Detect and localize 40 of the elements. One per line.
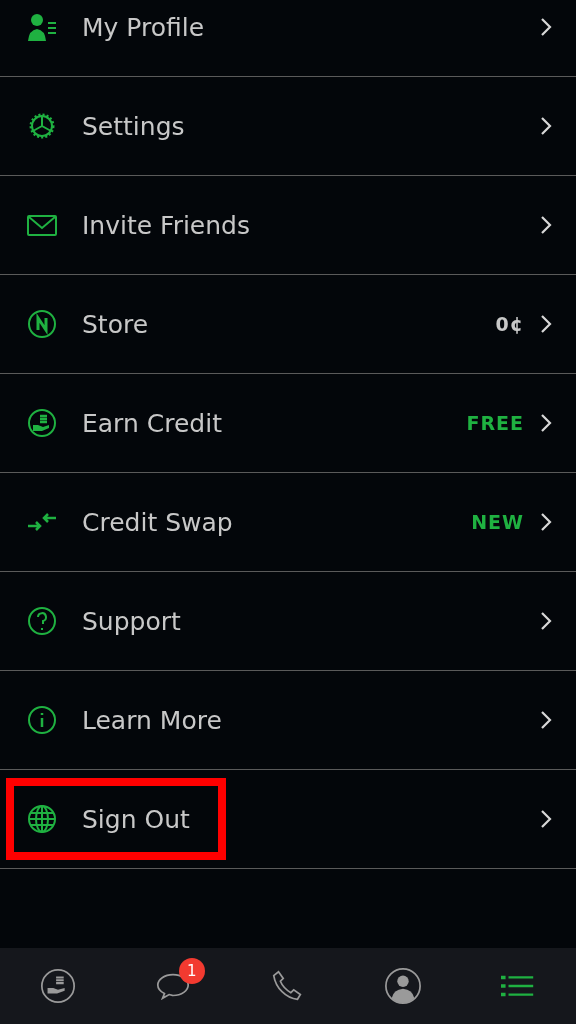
chevron-icon [540, 215, 552, 235]
menu-item[interactable]: Store 0¢ [0, 275, 576, 374]
menu-item[interactable]: Earn Credit FREE [0, 374, 576, 473]
notification-badge: 1 [178, 958, 205, 984]
menu-label: Credit Swap [82, 507, 233, 537]
menu-label: Sign Out [82, 804, 190, 834]
hand-coins-icon [26, 407, 58, 439]
globe-icon [26, 803, 58, 835]
menu-item[interactable]: Sign Out [0, 770, 576, 869]
menu-label: Learn More [82, 705, 222, 735]
menu-item[interactable]: Learn More [0, 671, 576, 770]
chevron-icon [540, 116, 552, 136]
menu-detail: NEW [471, 511, 524, 533]
info-icon [26, 704, 58, 736]
help-icon [26, 605, 58, 637]
chevron-icon [540, 611, 552, 631]
tab-chat-bubble[interactable]: 1 [142, 956, 203, 1016]
menu-label: My Profile [82, 12, 205, 42]
avatar-icon [384, 967, 423, 1005]
menu-label: Settings [82, 111, 185, 141]
chevron-icon [540, 413, 552, 433]
menu-detail: FREE [466, 412, 524, 434]
chevron-icon [540, 809, 552, 829]
chevron-icon [540, 710, 552, 730]
menu-item[interactable]: Invite Friends [0, 176, 576, 275]
menu-item[interactable]: Support [0, 572, 576, 671]
menu-item[interactable]: Settings [0, 77, 576, 176]
profile-icon [26, 11, 58, 43]
hand-coins-icon [38, 967, 77, 1005]
menu-label: Earn Credit [82, 408, 222, 438]
coin-icon [26, 308, 58, 340]
menu-label: Support [82, 606, 181, 636]
menu-item[interactable]: My Profile [0, 0, 576, 77]
menu-label: Invite Friends [82, 210, 250, 240]
menu-label: Store [82, 309, 149, 339]
chevron-icon [540, 17, 552, 37]
chevron-icon [540, 314, 552, 334]
menu-item[interactable]: Credit Swap NEW [0, 473, 576, 572]
chevron-icon [540, 512, 552, 532]
menu-detail: 0¢ [495, 313, 524, 335]
